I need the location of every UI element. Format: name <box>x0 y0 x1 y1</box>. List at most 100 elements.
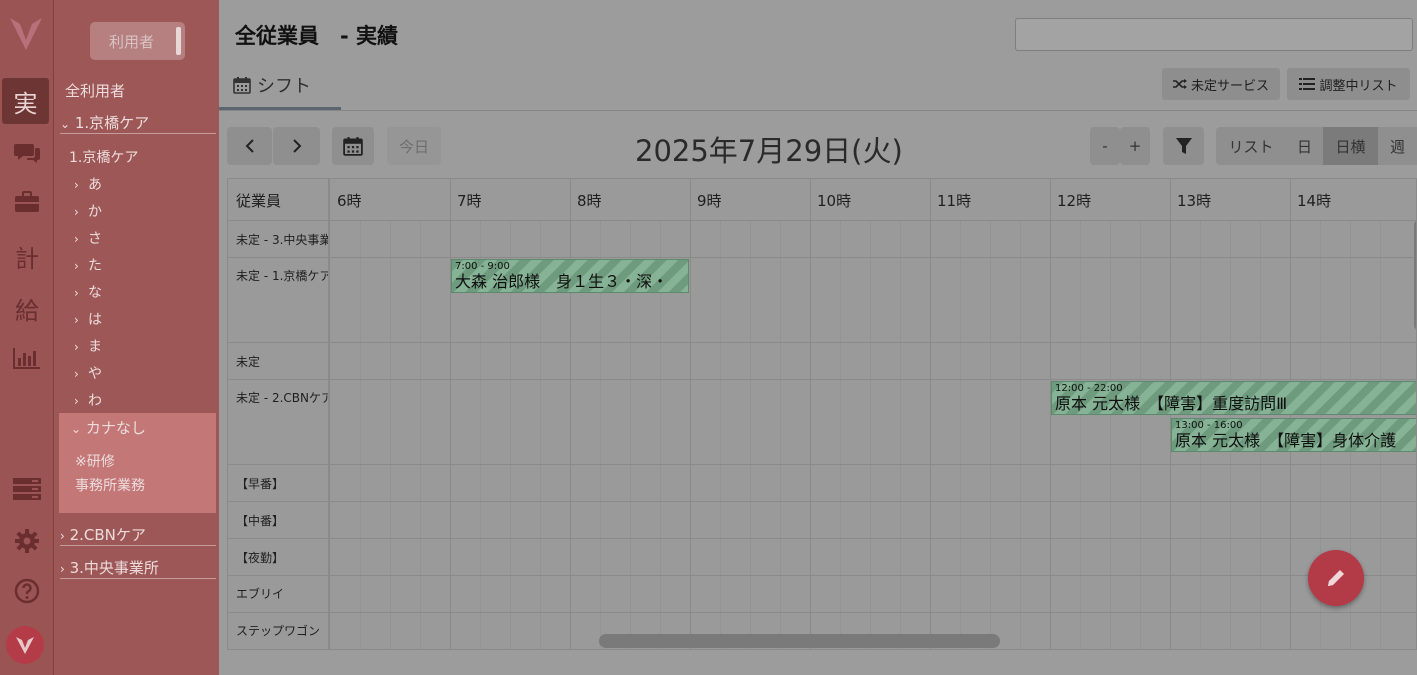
grid-line <box>228 220 1416 221</box>
kana-label: た <box>88 258 102 274</box>
unassigned-service-button[interactable]: 未定サービス <box>1162 68 1280 100</box>
rail-briefcase[interactable] <box>0 177 54 227</box>
office1-group[interactable]: ⌄ 1.京橋ケア <box>60 112 149 133</box>
employee-row-label[interactable]: 未定 - 3.中央事業所 <box>236 231 328 248</box>
next-day-button[interactable] <box>273 127 320 165</box>
filter-icon <box>1175 138 1192 154</box>
kana-group-ya[interactable]: › や <box>74 363 102 383</box>
grid-line <box>570 179 571 649</box>
office2-group[interactable]: › 2.CBNケア <box>60 524 146 545</box>
grid-line <box>720 220 721 649</box>
view-day-horizontal-button[interactable]: 日横 <box>1323 127 1378 165</box>
prev-day-button[interactable] <box>227 127 272 165</box>
user-item-office-work[interactable]: 事務所業務 <box>75 475 145 495</box>
kana-group-wa[interactable]: › わ <box>74 390 102 410</box>
kana-label: あ <box>88 177 102 193</box>
chevron-right-icon: › <box>60 529 65 543</box>
rail-help[interactable] <box>0 566 54 616</box>
kana-group-sa[interactable]: › さ <box>74 228 102 248</box>
grid-line <box>750 220 751 649</box>
app-logo-icon[interactable] <box>8 14 44 54</box>
office3-group[interactable]: › 3.中央事業所 <box>60 557 159 578</box>
grid-line <box>228 501 1416 502</box>
calendar-icon <box>233 77 251 94</box>
kana-group-ma[interactable]: › ま <box>74 336 102 356</box>
user-toggle-label: 利用者 <box>109 32 155 51</box>
unassigned-service-label: 未定サービス <box>1190 78 1269 94</box>
kana-label: さ <box>88 231 102 247</box>
search-input[interactable] <box>1015 18 1413 51</box>
account-logo-icon[interactable] <box>6 626 44 664</box>
employee-row-label[interactable]: 未定 <box>236 353 328 370</box>
view-list-button[interactable]: リスト <box>1216 127 1286 165</box>
employee-row-label[interactable]: 【夜勤】 <box>236 549 328 566</box>
zoom-out-button[interactable]: - <box>1090 127 1120 165</box>
grid-line <box>228 379 1416 380</box>
grid-line <box>690 179 691 649</box>
hour-header: 13時 <box>1177 192 1212 210</box>
calendar-icon <box>343 137 363 156</box>
chat-icon <box>14 144 40 163</box>
kana-group-a[interactable]: › あ <box>74 174 102 194</box>
rail-chart[interactable] <box>0 333 54 383</box>
shift-time: 12:00 - 22:00 <box>1055 383 1123 394</box>
edit-fab-button[interactable] <box>1308 550 1364 606</box>
shift-block[interactable]: 13:00 - 16:00 原本 元太様 【障害】身体介護 <box>1171 418 1416 452</box>
zoom-in-button[interactable]: + <box>1120 127 1150 165</box>
app-rail: 実 計 給 <box>0 0 54 675</box>
grid-line <box>228 538 1416 539</box>
rail-chat[interactable] <box>0 128 54 178</box>
kana-label: ま <box>88 339 102 355</box>
grid-line <box>900 220 901 649</box>
briefcase-icon <box>15 191 39 212</box>
date-picker-button[interactable] <box>332 127 374 165</box>
rail-settings[interactable] <box>0 516 54 566</box>
kana-group-ta[interactable]: › た <box>74 255 102 275</box>
grid-line <box>870 220 871 649</box>
chevron-down-icon: ⌄ <box>71 422 82 436</box>
kana-label: や <box>88 366 102 382</box>
hour-header: 12時 <box>1057 192 1092 210</box>
page-title: 全従業員 - 実績 <box>235 24 399 48</box>
user-toggle-button[interactable]: 利用者 <box>90 22 185 60</box>
chevron-right-icon: › <box>74 367 79 381</box>
grid-line <box>390 220 391 649</box>
chevron-right-icon: › <box>74 394 79 408</box>
view-week-button[interactable]: 週 <box>1378 127 1417 165</box>
user-item-training[interactable]: ※研修 <box>75 451 115 471</box>
rail-kei-label: 計 <box>15 244 39 273</box>
horizontal-scrollbar-thumb[interactable] <box>599 634 1000 648</box>
kana-group-na[interactable]: › な <box>74 282 102 302</box>
kana-group-ka[interactable]: › か <box>74 201 102 221</box>
office2-label: 2.CBNケア <box>69 526 146 544</box>
filter-button[interactable] <box>1163 127 1204 165</box>
employee-row-label[interactable]: ステップワゴン <box>236 622 328 639</box>
chevron-right-icon: › <box>74 205 79 219</box>
kana-none-header[interactable]: ⌄ カナなし <box>71 417 146 438</box>
grid-line <box>228 257 1416 258</box>
chevron-right-icon: › <box>74 232 79 246</box>
toggle-handle <box>176 27 181 55</box>
grid-line <box>1140 220 1141 649</box>
shift-block[interactable]: 7:00 - 9:00 大森 治郎様 身１生３・深・ <box>451 259 689 293</box>
rail-jisseki[interactable]: 実 <box>2 78 49 124</box>
tab-shift-label: シフト <box>257 76 311 97</box>
employee-row-label[interactable]: 未定 - 1.京橋ケア <box>236 267 328 284</box>
rail-kei[interactable]: 計 <box>0 231 54 281</box>
employee-row-label[interactable]: 【中番】 <box>236 512 328 529</box>
help-icon <box>14 578 40 604</box>
today-button[interactable]: 今日 <box>387 127 441 165</box>
employee-row-label[interactable]: 未定 - 2.CBNケア <box>236 389 328 406</box>
view-day-button[interactable]: 日 <box>1286 127 1323 165</box>
tab-shift[interactable]: シフト <box>233 72 311 98</box>
rail-kyu-label: 給 <box>15 296 39 325</box>
employee-row-label[interactable]: エブリイ <box>236 585 328 602</box>
kana-group-ha[interactable]: › は <box>74 309 102 329</box>
rail-kyu[interactable]: 給 <box>0 283 54 333</box>
rail-server[interactable] <box>0 464 54 514</box>
employee-row-label[interactable]: 【早番】 <box>236 475 328 492</box>
shift-block[interactable]: 12:00 - 22:00 原本 元太様 【障害】重度訪問Ⅲ <box>1051 381 1416 415</box>
all-users-link[interactable]: 全利用者 <box>65 80 125 101</box>
office1-sub-link[interactable]: 1.京橋ケア <box>69 147 138 167</box>
adjusting-list-button[interactable]: 調整中リスト <box>1287 68 1410 100</box>
